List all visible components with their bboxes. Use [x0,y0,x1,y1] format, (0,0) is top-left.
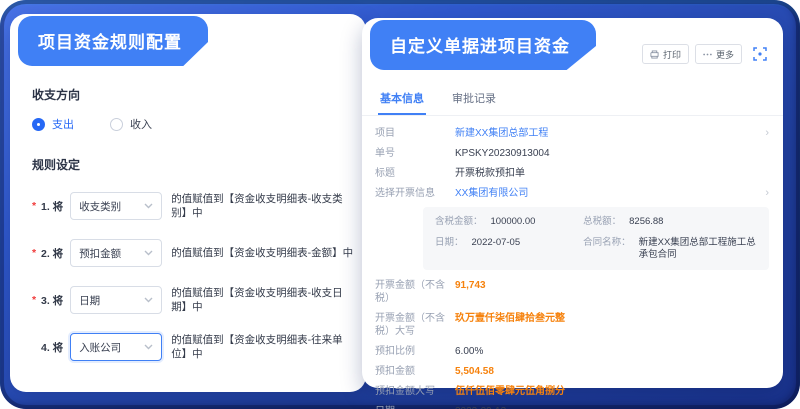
rule-prefix: 1. 将 [41,199,63,214]
chevron-down-icon [144,250,153,256]
chevron-down-icon [144,297,153,303]
contract-info-box: 含税金额： 100000.00 总税额： 8256.88 日期： 2022-07… [423,207,769,270]
box-label: 总税额： [583,216,621,228]
rule-config-panel: 项目资金规则配置 收支方向 支出 收入 规则设定 * 1. 将 收支类别 [10,14,366,392]
box-value: 2022-07-05 [472,237,521,261]
rule-select-value: 收支类别 [79,199,121,214]
field-value: 2023-09-13 [455,405,769,409]
field-row-withhold-ratio: 预扣比例 6.00% [375,345,769,358]
more-button[interactable]: 更多 [695,44,742,64]
required-mark: * [32,294,41,306]
contract-name-item: 合同名称： 新建XX集团总部工程施工总承包合同 [583,237,757,261]
more-dots-icon [703,53,712,56]
field-label: 标题 [375,167,455,180]
field-row-invoice-info: 选择开票信息 XX集团有限公司 › [375,187,769,200]
box-label: 含税金额： [435,216,483,228]
direction-section-label: 收支方向 [32,86,354,103]
rule-suffix: 的值赋值到【资金收支明细表-收支日期】中 [171,286,354,314]
contract-amount-item: 含税金额： 100000.00 [435,216,583,228]
contract-date-item: 日期： 2022-07-05 [435,237,583,261]
rule-select-value: 入账公司 [79,340,121,355]
chevron-right-icon[interactable]: › [765,187,769,199]
rule-select-value: 日期 [79,293,100,308]
field-value: KPSKY20230913004 [455,147,769,160]
field-value: 6.00% [455,345,769,358]
box-value: 8256.88 [629,216,663,228]
chevron-right-icon[interactable]: › [765,127,769,139]
field-label: 预扣金额 [375,365,455,378]
field-label: 开票金额（不含税）大写 [375,312,455,338]
field-row-date: 日期 2023-09-13 [375,405,769,409]
rule-select-2[interactable]: 预扣金额 [70,239,162,267]
printer-icon [650,50,659,59]
invoice-company-link[interactable]: XX集团有限公司 [455,187,759,200]
radio-expense-label: 支出 [52,116,74,132]
withhold-amount-caps-value: 伍仟伍佰零肆元伍角捌分 [455,385,769,398]
radio-selected-icon [32,118,45,131]
box-label: 日期： [435,237,464,261]
project-link[interactable]: 新建XX集团总部工程 [455,127,759,140]
rule-prefix: 3. 将 [41,293,63,308]
fullscreen-icon [753,47,767,61]
required-mark: * [32,200,41,212]
withhold-amount-value: 5,504.58 [455,365,769,378]
field-row-doc-number: 单号 KPSKY20230913004 [375,147,769,160]
radio-unselected-icon [110,118,123,131]
total-tax-item: 总税额： 8256.88 [583,216,757,228]
rule-prefix: 4. 将 [41,340,63,355]
tab-approval-record[interactable]: 审批记录 [450,84,498,115]
radio-income-label: 收入 [130,116,152,132]
invoice-amount-caps-value: 玖万壹仟柒佰肆拾叁元整 [455,312,769,325]
radio-expense[interactable]: 支出 [32,116,74,132]
rule-suffix: 的值赋值到【资金收支明细表-收支类别】中 [171,192,354,220]
print-button[interactable]: 打印 [642,44,689,64]
field-label: 日期 [375,405,455,409]
field-label: 预扣金额大写 [375,385,455,398]
chevron-down-icon [144,203,153,209]
detail-toolbar: 打印 更多 [642,44,767,64]
page-background: 项目资金规则配置 收支方向 支出 收入 规则设定 * 1. 将 收支类别 [0,0,800,409]
left-panel-title: 项目资金规则配置 [18,16,208,66]
field-label: 预扣比例 [375,345,455,358]
field-label: 开票金额（不含税） [375,279,455,305]
required-mark: * [32,247,41,259]
field-row-title: 标题 开票税款预扣单 [375,167,769,180]
field-label: 项目 [375,127,455,140]
rule-select-3[interactable]: 日期 [70,286,162,314]
rule-select-value: 预扣金额 [79,246,121,261]
rule-row-1: * 1. 将 收支类别 的值赋值到【资金收支明细表-收支类别】中 [32,192,354,220]
print-button-label: 打印 [663,48,681,61]
field-label: 选择开票信息 [375,187,455,200]
field-row-withhold-amount: 预扣金额 5,504.58 [375,365,769,378]
rule-suffix: 的值赋值到【资金收支明细表-往来单位】中 [171,333,354,361]
box-value: 100000.00 [491,216,536,228]
fullscreen-button[interactable] [753,47,767,61]
tab-basic-info[interactable]: 基本信息 [378,84,426,115]
more-button-label: 更多 [716,48,734,61]
direction-radio-group: 支出 收入 [32,116,354,132]
rule-row-4: 4. 将 入账公司 的值赋值到【资金收支明细表-往来单位】中 [32,333,354,361]
field-row-invoice-amount-caps: 开票金额（不含税）大写 玖万壹仟柒佰肆拾叁元整 [375,312,769,338]
rule-select-1[interactable]: 收支类别 [70,192,162,220]
field-label: 单号 [375,147,455,160]
rule-row-2: * 2. 将 预扣金额 的值赋值到【资金收支明细表-金额】中 [32,239,354,267]
rule-row-3: * 3. 将 日期 的值赋值到【资金收支明细表-收支日期】中 [32,286,354,314]
rule-select-4[interactable]: 入账公司 [70,333,162,361]
invoice-amount-value: 91,743 [455,279,769,292]
rules-section-label: 规则设定 [32,156,354,173]
document-detail-panel: 自定义单据进项目资金 打印 更多 基本信息 审批记录 项目 [362,18,783,388]
rule-prefix: 2. 将 [41,246,63,261]
field-row-project: 项目 新建XX集团总部工程 › [375,127,769,140]
field-value: 开票税款预扣单 [455,167,769,180]
box-value: 新建XX集团总部工程施工总承包合同 [639,237,757,261]
detail-tabs: 基本信息 审批记录 [362,84,783,116]
right-panel-title: 自定义单据进项目资金 [370,20,596,70]
chevron-down-icon [144,344,153,350]
field-row-withhold-amount-caps: 预扣金额大写 伍仟伍佰零肆元伍角捌分 [375,385,769,398]
field-row-invoice-amount: 开票金额（不含税） 91,743 [375,279,769,305]
box-label: 合同名称： [583,237,631,261]
radio-income[interactable]: 收入 [110,116,152,132]
rule-suffix: 的值赋值到【资金收支明细表-金额】中 [171,246,354,260]
